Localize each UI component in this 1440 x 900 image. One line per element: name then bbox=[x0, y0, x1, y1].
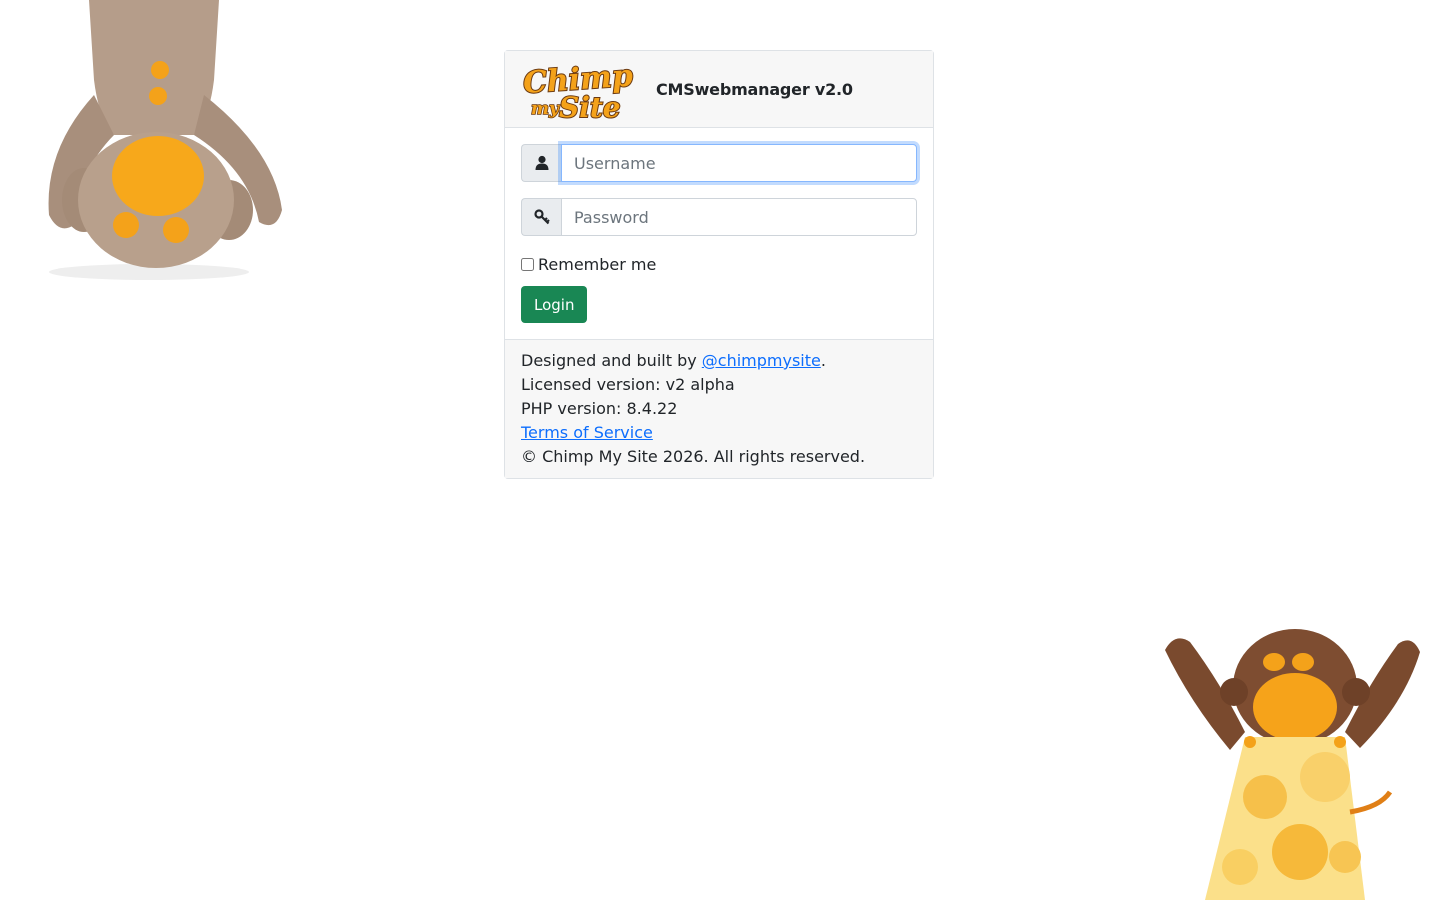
user-icon bbox=[521, 144, 561, 182]
copyright-text: © Chimp My Site 2026. All rights reserve… bbox=[521, 447, 866, 466]
remember-me-label[interactable]: Remember me bbox=[538, 255, 656, 274]
card-header: Chimp my Site CMSwebmanager v2.0 bbox=[505, 51, 933, 128]
app-title: CMSwebmanager v2.0 bbox=[656, 79, 853, 99]
terms-of-service-link[interactable]: Terms of Service bbox=[521, 423, 653, 442]
login-page: Chimp my Site CMSwebmanager v2.0 Usernam… bbox=[0, 0, 1440, 900]
monkey-mascot-image bbox=[48, 0, 282, 280]
remember-me-checkbox[interactable] bbox=[521, 257, 534, 271]
monkey-mascot-dress-image bbox=[1165, 629, 1420, 900]
licensed-version-text: Licensed version: v2 alpha bbox=[521, 375, 735, 394]
chimpmysite-link[interactable]: @chimpmysite bbox=[702, 351, 821, 370]
login-form: Remember me Login bbox=[505, 128, 933, 339]
designed-by-line: Designed and built by @chimpmysite. bbox=[521, 351, 826, 370]
password-group bbox=[521, 198, 917, 236]
remember-me-row: Remember me bbox=[521, 252, 917, 276]
key-icon bbox=[521, 198, 561, 236]
svg-text:Site: Site bbox=[559, 91, 621, 121]
card-footer: Designed and built by @chimpmysite. Lice… bbox=[505, 339, 933, 478]
svg-text:my: my bbox=[531, 99, 560, 119]
login-button[interactable]: Login bbox=[521, 286, 588, 323]
username-input[interactable] bbox=[561, 144, 917, 182]
php-version-text: PHP version: 8.4.22 bbox=[521, 399, 678, 418]
login-card: Chimp my Site CMSwebmanager v2.0 Usernam… bbox=[504, 50, 934, 479]
username-group bbox=[521, 144, 917, 182]
password-input[interactable] bbox=[561, 198, 917, 236]
chimp-my-site-logo: Chimp my Site bbox=[521, 59, 635, 121]
